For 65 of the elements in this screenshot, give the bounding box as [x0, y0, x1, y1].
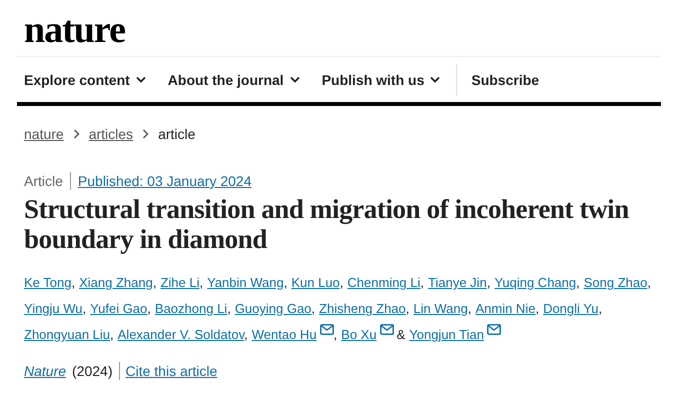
separator: , [284, 275, 288, 290]
caret-icon [430, 76, 440, 83]
breadcrumb-current: article [158, 126, 196, 142]
separator: , [82, 301, 86, 316]
separator: , [598, 301, 602, 316]
author-link[interactable]: Bo Xu [341, 327, 377, 342]
separator: , [406, 301, 410, 316]
chevron-icon [72, 129, 80, 139]
separator: , [535, 301, 540, 316]
author-link[interactable]: Zhongyuan Liu [24, 327, 110, 342]
author-link[interactable]: Baozhong Li [154, 301, 228, 316]
author-link[interactable]: Kun Luo [291, 275, 340, 290]
author-link[interactable]: Guoying Gao [234, 301, 312, 316]
author-link[interactable]: Tianye Jin [428, 275, 487, 290]
article-title: Structural transition and migration of incoherent twin boundary in diamond [24, 194, 630, 254]
breadcrumb-link[interactable]: nature [24, 126, 64, 142]
author-link[interactable]: Ke Tong [24, 275, 72, 290]
published-date-link[interactable]: Published: 03 January 2024 [78, 173, 252, 189]
author-link[interactable]: Zihe Li [160, 275, 200, 290]
caret-icon [136, 76, 146, 83]
author-link[interactable]: Alexander V. Soldatov [118, 327, 244, 342]
separator: , [199, 275, 204, 290]
separator: , [311, 301, 316, 316]
nature-logo[interactable]: nature [24, 10, 125, 50]
mail-icon[interactable] [320, 324, 334, 335]
author-link[interactable]: Dongli Yu [543, 301, 598, 316]
separator: & [396, 327, 406, 342]
author-link[interactable]: Wentao Hu [252, 327, 317, 342]
caret-icon [290, 76, 300, 83]
author-link[interactable]: Anmin Nie [475, 301, 536, 316]
separator: , [227, 301, 231, 316]
nav-menu[interactable]: About the journal [168, 72, 300, 88]
separator: , [340, 275, 344, 290]
nav-link[interactable]: Subscribe [471, 72, 540, 88]
author-link[interactable]: Song Zhao [584, 275, 648, 290]
cite-link[interactable]: Cite this article [126, 363, 218, 379]
journal-link[interactable]: Nature [24, 363, 66, 379]
separator: , [576, 275, 580, 290]
author-link[interactable]: Yuqing Chang [494, 275, 576, 290]
author-link[interactable]: Zhisheng Zhao [319, 301, 406, 316]
separator: , [110, 327, 114, 342]
article-type: Article [24, 173, 63, 189]
chevron-icon [142, 129, 150, 139]
separator: , [486, 275, 490, 290]
separator: , [420, 275, 424, 290]
separator: , [468, 301, 472, 316]
author-link[interactable]: Xiang Zhang [79, 275, 153, 290]
separator: , [244, 327, 248, 342]
breadcrumb-link[interactable]: articles [88, 126, 134, 142]
nav-menu[interactable]: Publish with us [322, 72, 440, 88]
separator: , [334, 327, 338, 342]
separator: , [71, 275, 76, 290]
author-link[interactable]: Yongjun Tian [409, 327, 484, 342]
author-link[interactable]: Lin Wang [413, 301, 468, 316]
mail-icon[interactable] [380, 324, 394, 335]
author-link[interactable]: Chenming Li [347, 275, 420, 290]
nav-menu[interactable]: Explore content [24, 72, 146, 88]
mail-icon[interactable] [486, 324, 501, 335]
author-link[interactable]: Yingju Wu [24, 301, 83, 316]
author-link[interactable]: Yufei Gao [90, 301, 148, 316]
author-link[interactable]: Yanbin Wang [207, 275, 284, 290]
separator: , [647, 275, 651, 290]
separator: , [152, 275, 156, 290]
separator: , [147, 301, 151, 316]
year: (2024) [72, 363, 112, 379]
